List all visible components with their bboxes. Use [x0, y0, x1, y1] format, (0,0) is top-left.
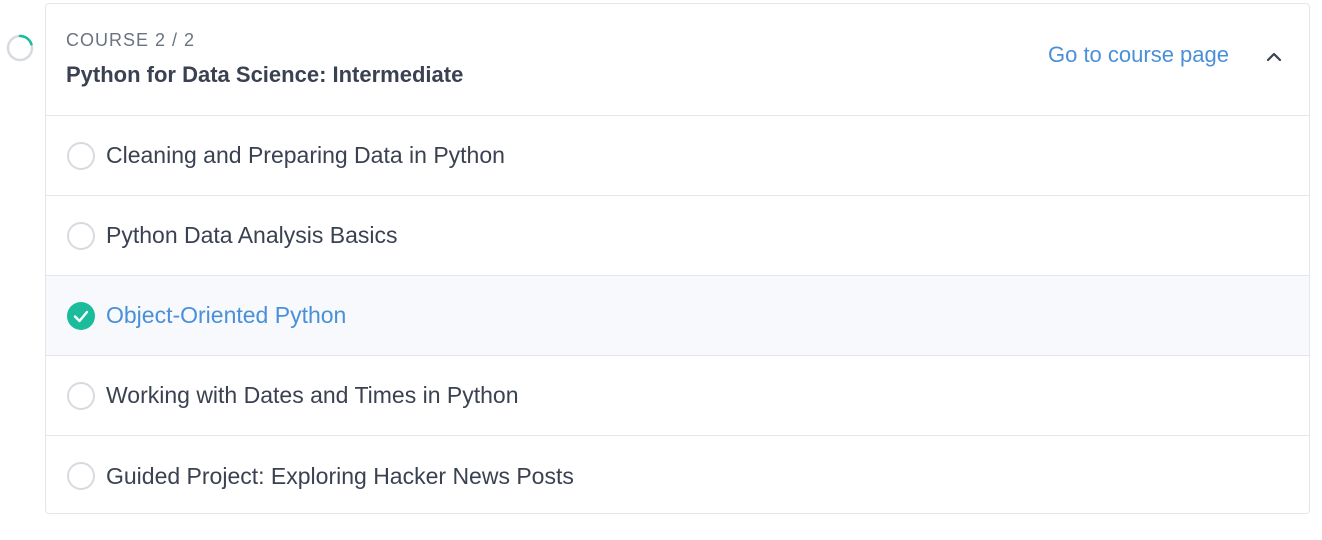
lesson-row[interactable]: Guided Project: Exploring Hacker News Po… — [46, 436, 1309, 516]
course-header: COURSE 2 / 2 Python for Data Science: In… — [46, 4, 1309, 116]
lesson-row[interactable]: Python Data Analysis Basics — [46, 196, 1309, 276]
collapse-button[interactable] — [1259, 42, 1289, 72]
chevron-up-icon — [1266, 52, 1282, 62]
lesson-label: Python Data Analysis Basics — [106, 222, 398, 248]
empty-circle-icon — [67, 142, 95, 170]
course-counter: COURSE 2 / 2 — [66, 30, 196, 50]
lesson-row[interactable]: Cleaning and Preparing Data in Python — [46, 116, 1309, 196]
lesson-label: Object-Oriented Python — [106, 302, 347, 328]
course-title: Python for Data Science: Intermediate — [66, 62, 464, 87]
lesson-row[interactable]: Object-Oriented Python — [46, 276, 1309, 356]
course-card: COURSE 2 / 2 Python for Data Science: In… — [45, 3, 1310, 514]
lesson-label: Working with Dates and Times in Python — [106, 382, 519, 408]
empty-circle-icon — [67, 382, 95, 410]
lesson-row[interactable]: Working with Dates and Times in Python — [46, 356, 1309, 436]
course-progress-ring-icon — [6, 34, 34, 62]
go-to-course-page-link[interactable]: Go to course page — [1048, 42, 1229, 68]
empty-circle-icon — [67, 462, 95, 490]
lesson-label: Cleaning and Preparing Data in Python — [106, 142, 505, 168]
check-circle-icon — [67, 302, 95, 330]
lesson-list: Cleaning and Preparing Data in Python Py… — [46, 116, 1309, 516]
lesson-label: Guided Project: Exploring Hacker News Po… — [106, 462, 574, 489]
empty-circle-icon — [67, 222, 95, 250]
